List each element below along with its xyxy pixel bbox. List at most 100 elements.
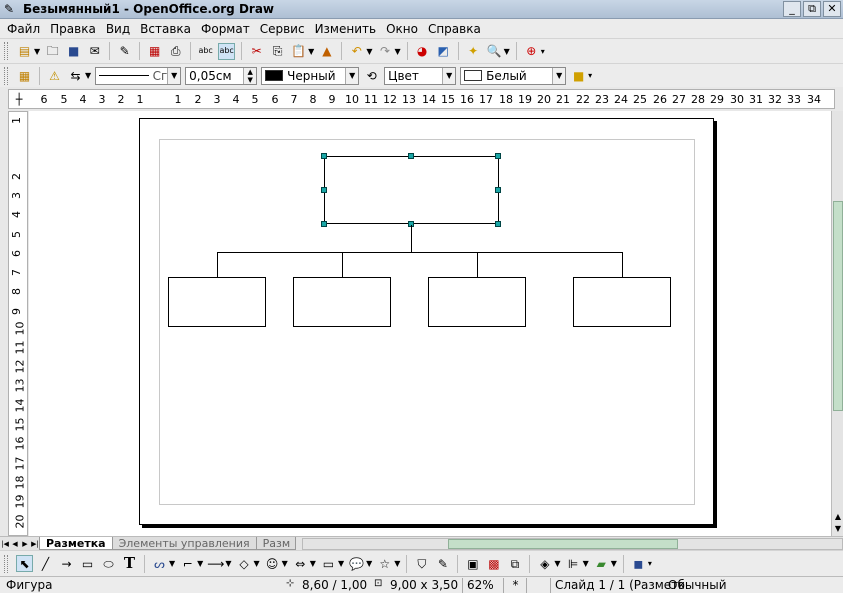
chevron-down-icon[interactable]: ▼ bbox=[167, 67, 181, 84]
connector-line[interactable] bbox=[342, 252, 343, 277]
stars-icon[interactable]: ☆ bbox=[376, 555, 393, 572]
chevron-down-icon[interactable]: ▼ bbox=[552, 67, 566, 84]
shadow-3d-icon[interactable]: ◼ bbox=[630, 555, 647, 572]
minimize-button[interactable]: _ bbox=[783, 1, 801, 17]
ellipse-icon[interactable]: ⬭ bbox=[100, 555, 117, 572]
scroll-down-icon[interactable]: ▼ bbox=[832, 523, 843, 535]
area-style-select[interactable]: Цвет ▼ bbox=[384, 66, 457, 85]
org-chart-child-box[interactable] bbox=[573, 277, 671, 327]
horizontal-ruler[interactable]: ┼ 6 5 4 3 2 1 1 2 3 4 5 6 7 8 9 10 11 12… bbox=[8, 89, 835, 109]
styles-icon[interactable]: ▦ bbox=[16, 67, 33, 84]
zoom-icon[interactable]: 🔍 bbox=[486, 43, 503, 60]
line-arrow-icon[interactable]: → bbox=[58, 555, 75, 572]
tab-dimensions[interactable]: Разм bbox=[255, 537, 296, 550]
connector-line[interactable] bbox=[217, 252, 623, 253]
new-document-icon[interactable]: ▤ bbox=[16, 43, 33, 60]
effects-icon[interactable]: ◈ bbox=[536, 555, 553, 572]
select-arrow-icon[interactable]: ⬉ bbox=[16, 555, 33, 572]
toolbar-grip[interactable] bbox=[4, 42, 8, 60]
redo-icon[interactable]: ↷ bbox=[376, 43, 393, 60]
gallery-icon[interactable]: ▩ bbox=[485, 555, 502, 572]
zoom-dropdown-icon[interactable]: ▼ bbox=[504, 47, 510, 56]
selection-handle[interactable] bbox=[321, 187, 327, 193]
horizontal-scrollbar[interactable] bbox=[301, 537, 843, 550]
connector-line[interactable] bbox=[217, 252, 218, 277]
selection-handle[interactable] bbox=[321, 221, 327, 227]
connector-icon[interactable]: ⌐ bbox=[179, 555, 196, 572]
connector-dropdown-icon[interactable]: ▼ bbox=[197, 559, 203, 568]
selection-handle[interactable] bbox=[495, 187, 501, 193]
arrange-dropdown-icon[interactable]: ▼ bbox=[611, 559, 617, 568]
ruler-tab-icon[interactable]: ┼ bbox=[16, 93, 23, 106]
menu-view[interactable]: Вид bbox=[101, 22, 135, 36]
rectangle-icon[interactable]: ▭ bbox=[79, 555, 96, 572]
next-tab-icon[interactable]: ▶ bbox=[20, 540, 30, 548]
menu-modify[interactable]: Изменить bbox=[310, 22, 382, 36]
arrow-style-dropdown-icon[interactable]: ▼ bbox=[85, 71, 91, 80]
lines-dropdown-icon[interactable]: ▼ bbox=[225, 559, 231, 568]
help-icon[interactable]: ⊕ bbox=[523, 43, 540, 60]
menu-edit[interactable]: Правка bbox=[45, 22, 101, 36]
export-pdf-icon[interactable]: ▦ bbox=[146, 43, 163, 60]
scrollbar-thumb[interactable] bbox=[447, 538, 678, 549]
menu-tools[interactable]: Сервис bbox=[255, 22, 310, 36]
lines-arrows-icon[interactable]: ⟶ bbox=[207, 555, 224, 572]
status-zoom[interactable]: 62% bbox=[462, 578, 500, 593]
block-arrows-icon[interactable]: ⇔ bbox=[292, 555, 309, 572]
undo-icon[interactable]: ↶ bbox=[348, 43, 365, 60]
toolbar-grip[interactable] bbox=[4, 554, 8, 573]
scrollbar-thumb[interactable] bbox=[833, 201, 843, 411]
arrange-icon[interactable]: ▰ bbox=[593, 555, 610, 572]
line-style-select[interactable]: Сг ▼ bbox=[95, 66, 182, 85]
shadow-icon[interactable]: ■ bbox=[570, 67, 587, 84]
prev-tab-icon[interactable]: ◀ bbox=[10, 540, 20, 548]
from-file-icon[interactable]: ▣ bbox=[464, 555, 481, 572]
area-color-select[interactable]: Белый ▼ bbox=[460, 66, 567, 85]
tab-layout[interactable]: Разметка bbox=[39, 537, 113, 550]
flowchart-dropdown-icon[interactable]: ▼ bbox=[338, 559, 344, 568]
selection-handle[interactable] bbox=[321, 153, 327, 159]
vertical-ruler[interactable]: 1 2 3 4 5 6 7 8 9 10 11 12 13 14 15 16 1… bbox=[8, 111, 28, 536]
cut-icon[interactable]: ✂ bbox=[248, 43, 265, 60]
symbol-shapes-dropdown-icon[interactable]: ▼ bbox=[282, 559, 288, 568]
selection-handle[interactable] bbox=[495, 221, 501, 227]
curve-dropdown-icon[interactable]: ▼ bbox=[169, 559, 175, 568]
flowchart-icon[interactable]: ▭ bbox=[320, 555, 337, 572]
connector-line[interactable] bbox=[477, 252, 478, 277]
gluepoints-icon[interactable]: ✦ bbox=[465, 43, 482, 60]
edit-file-icon[interactable]: ✎ bbox=[116, 43, 133, 60]
symbol-shapes-icon[interactable]: ☺ bbox=[264, 555, 281, 572]
menu-window[interactable]: Окно bbox=[381, 22, 423, 36]
line-color-select[interactable]: Черный ▼ bbox=[261, 66, 360, 85]
vertical-scrollbar[interactable]: ▲ ▼ bbox=[831, 111, 843, 536]
close-button[interactable]: ✕ bbox=[823, 1, 841, 17]
stars-dropdown-icon[interactable]: ▼ bbox=[394, 559, 400, 568]
open-folder-icon[interactable]: 🗀 bbox=[44, 43, 61, 60]
save-icon[interactable]: ■ bbox=[65, 43, 82, 60]
callouts-icon[interactable]: 💬 bbox=[348, 555, 365, 572]
paste-icon[interactable]: 📋 bbox=[290, 43, 307, 60]
block-arrows-dropdown-icon[interactable]: ▼ bbox=[310, 559, 316, 568]
scroll-up-icon[interactable]: ▲ bbox=[832, 511, 843, 523]
copy-icon[interactable]: ⎘ bbox=[269, 43, 286, 60]
tab-controls[interactable]: Элементы управления bbox=[111, 537, 257, 550]
points-icon[interactable]: ⛉ bbox=[413, 555, 430, 572]
line-width-value[interactable]: 0,05см bbox=[189, 69, 231, 83]
chevron-down-icon[interactable]: ▼ bbox=[345, 67, 359, 84]
format-paintbrush-icon[interactable]: ▲ bbox=[318, 43, 335, 60]
toolbar-overflow-icon[interactable]: ▾ bbox=[541, 47, 545, 56]
arrow-style-icon[interactable]: ⇆ bbox=[67, 67, 84, 84]
align-icon[interactable]: ⊫ bbox=[565, 555, 582, 572]
chart-icon[interactable]: ◕ bbox=[414, 43, 431, 60]
menu-insert[interactable]: Вставка bbox=[135, 22, 196, 36]
print-icon[interactable]: ⎙ bbox=[167, 43, 184, 60]
menu-file[interactable]: Файл bbox=[2, 22, 45, 36]
effects-dropdown-icon[interactable]: ▼ bbox=[554, 559, 560, 568]
undo-dropdown-icon[interactable]: ▼ bbox=[366, 47, 372, 56]
callouts-dropdown-icon[interactable]: ▼ bbox=[366, 559, 372, 568]
align-dropdown-icon[interactable]: ▼ bbox=[583, 559, 589, 568]
toolbar-overflow-icon[interactable]: ▾ bbox=[648, 559, 652, 568]
text-icon[interactable]: T bbox=[121, 555, 138, 572]
new-dropdown-icon[interactable]: ▼ bbox=[34, 47, 40, 56]
line-tool-icon[interactable]: ╱ bbox=[37, 555, 54, 572]
